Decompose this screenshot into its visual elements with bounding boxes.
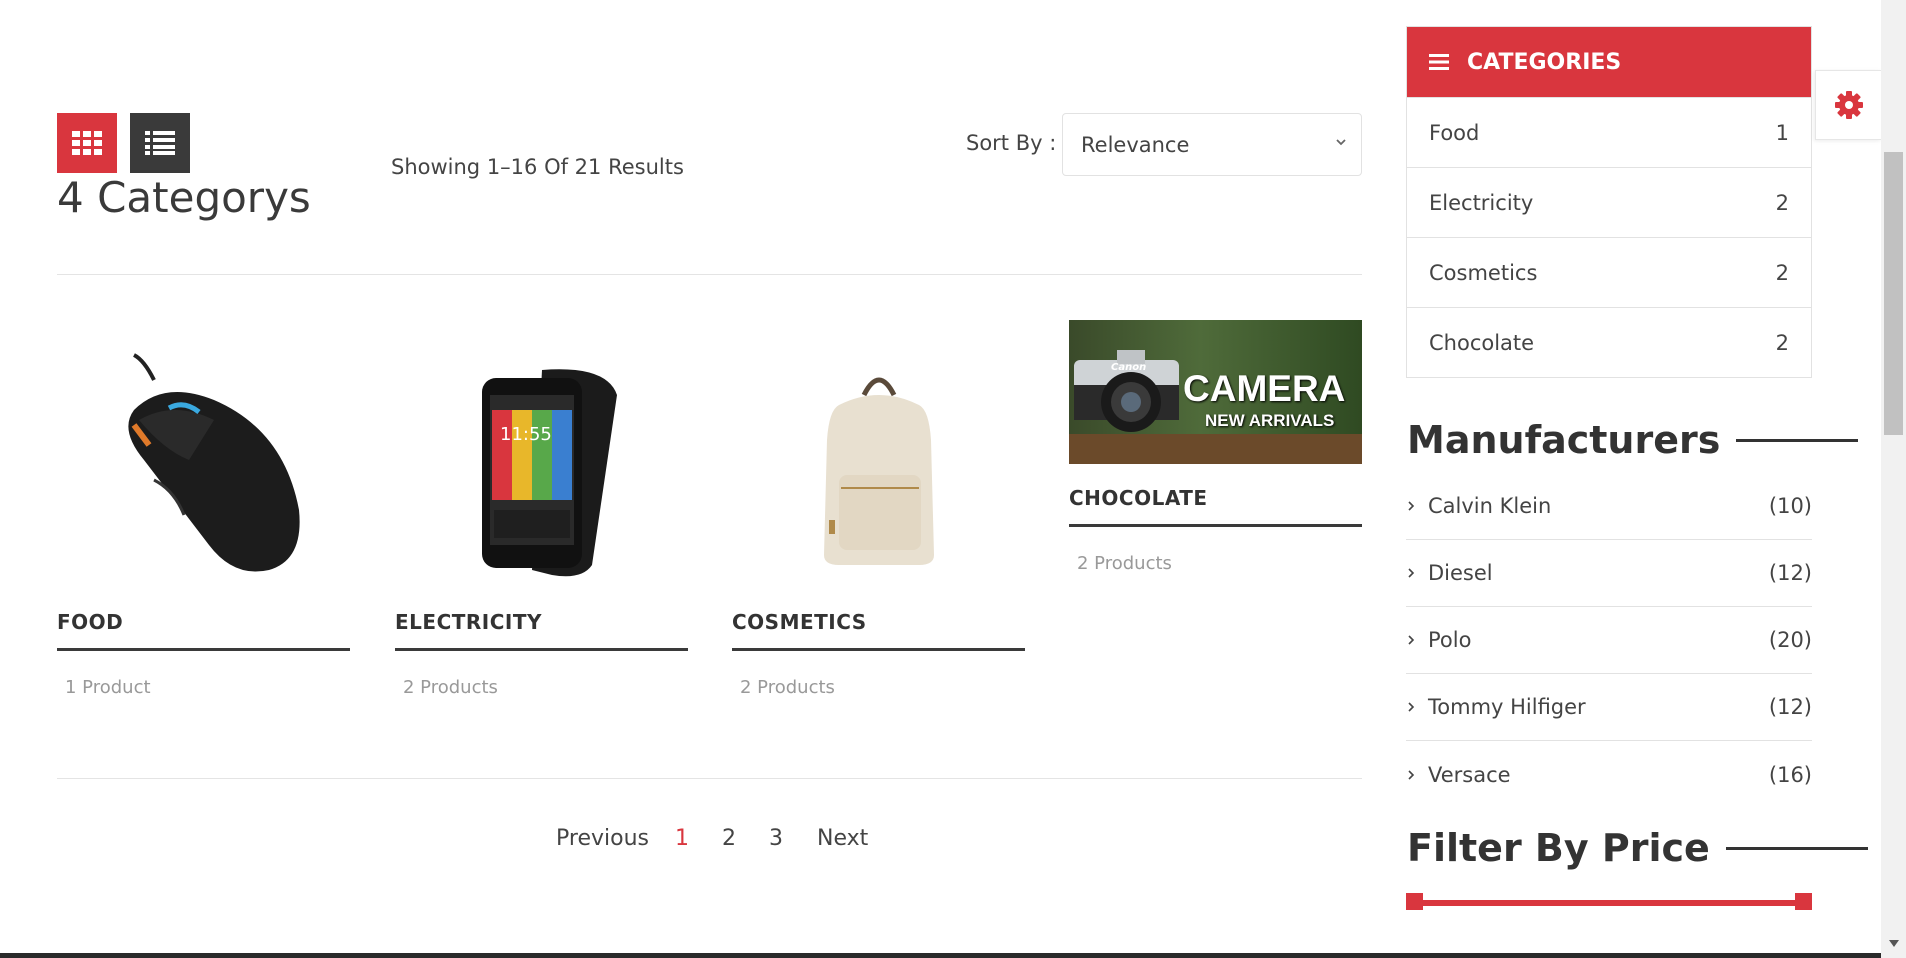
- manufacturer-item[interactable]: Polo (20): [1406, 607, 1812, 674]
- manufacturer-label: Calvin Klein: [1428, 494, 1552, 518]
- pagination-previous[interactable]: Previous: [556, 826, 649, 851]
- categories-title: CATEGORIES: [1467, 49, 1622, 75]
- divider: [57, 778, 1362, 779]
- price-filter-heading: Filter By Price: [1407, 826, 1868, 870]
- category-product-count: 1 Product: [65, 677, 151, 698]
- category-name[interactable]: FOOD: [57, 610, 350, 651]
- heading-rule: [1736, 438, 1859, 442]
- grid-icon: [72, 131, 102, 155]
- scroll-down-arrow-icon[interactable]: [1889, 940, 1899, 948]
- sidebar-category-count: 2: [1775, 190, 1789, 215]
- manufacturer-label: Tommy Hilfiger: [1428, 695, 1586, 719]
- manufacturer-label: Versace: [1428, 762, 1511, 787]
- pagination-next[interactable]: Next: [817, 826, 868, 851]
- banner-subtitle: NEW ARRIVALS: [1205, 411, 1335, 430]
- sort-selected-value: Relevance: [1081, 132, 1190, 157]
- chevron-right-icon: [1408, 702, 1415, 712]
- category-image-phone[interactable]: 11:55: [395, 320, 688, 610]
- pagination-page-3[interactable]: 3: [769, 826, 783, 851]
- category-image-backpack[interactable]: [732, 320, 1025, 610]
- manufacturer-count: (16): [1768, 762, 1812, 787]
- category-card-cosmetics[interactable]: COSMETICS 2 Products: [732, 320, 1025, 698]
- sidebar-category-count: 1: [1775, 120, 1789, 145]
- manufacturer-item[interactable]: Calvin Klein (10): [1406, 473, 1812, 540]
- manufacturer-count: (12): [1768, 695, 1812, 719]
- price-slider-track[interactable]: [1408, 900, 1811, 906]
- sidebar-category-label: Electricity: [1429, 190, 1534, 215]
- category-product-count: 2 Products: [1077, 553, 1172, 574]
- bottom-edge-bar: [0, 953, 1881, 958]
- grid-view-button[interactable]: [57, 113, 117, 173]
- page-title: 4 Categorys: [57, 173, 311, 222]
- chevron-right-icon: [1408, 501, 1415, 511]
- settings-button[interactable]: [1815, 70, 1881, 140]
- chevron-right-icon: [1408, 568, 1415, 578]
- list-view-button[interactable]: [130, 113, 190, 173]
- chevron-right-icon: [1408, 635, 1415, 645]
- sidebar-category-electricity[interactable]: Electricity 2: [1407, 167, 1811, 237]
- category-product-count: 2 Products: [403, 677, 498, 698]
- camera-icon: [1074, 350, 1179, 432]
- manufacturer-item[interactable]: Diesel (12): [1406, 540, 1812, 607]
- camera-banner-image[interactable]: Canon CAMERA NEW ARRIVALS: [1069, 320, 1362, 464]
- pagination-page-2[interactable]: 2: [722, 826, 736, 851]
- scrollbar-thumb[interactable]: [1884, 152, 1903, 435]
- chevron-down-icon: [1336, 139, 1346, 146]
- sidebar-category-label: Food: [1429, 120, 1480, 145]
- category-card-food[interactable]: FOOD 1 Product: [57, 320, 350, 698]
- gear-icon: [1834, 91, 1863, 119]
- sidebar-categories: CATEGORIES Food 1 Electricity 2 Cosmetic…: [1406, 26, 1812, 378]
- sidebar-category-label: Chocolate: [1429, 330, 1535, 355]
- category-product-count: 2 Products: [740, 677, 835, 698]
- category-card-chocolate[interactable]: Canon CAMERA NEW ARRIVALS CHOCOLATE 2 Pr…: [1069, 320, 1362, 574]
- category-card-electricity[interactable]: 11:55 ELECTRICITY 2 Products: [395, 320, 688, 698]
- banner-brand: Canon: [1111, 362, 1147, 373]
- manufacturer-label: Polo: [1428, 628, 1472, 652]
- page-scrollbar[interactable]: [1881, 0, 1906, 958]
- sidebar-category-food[interactable]: Food 1: [1407, 97, 1811, 167]
- backpack-image: [823, 377, 934, 565]
- computer-mouse-image: [127, 353, 300, 572]
- manufacturer-item[interactable]: Tommy Hilfiger (12): [1406, 674, 1812, 741]
- list-icon: [145, 131, 175, 155]
- price-slider-max-handle[interactable]: [1795, 893, 1812, 910]
- categories-header[interactable]: CATEGORIES: [1407, 27, 1811, 97]
- sort-select[interactable]: Relevance: [1062, 113, 1362, 176]
- manufacturer-count: (20): [1768, 628, 1812, 652]
- sidebar-category-chocolate[interactable]: Chocolate 2: [1407, 307, 1811, 377]
- manufacturer-label: Diesel: [1428, 561, 1493, 585]
- svg-text:11:55: 11:55: [500, 424, 552, 445]
- heading-rule: [1725, 846, 1868, 850]
- manufacturers-heading: Manufacturers: [1407, 418, 1859, 462]
- manufacturer-count: (12): [1768, 561, 1812, 585]
- category-name[interactable]: CHOCOLATE: [1069, 486, 1362, 527]
- pagination-page-1[interactable]: 1: [675, 826, 689, 851]
- sort-label: Sort By :: [966, 131, 1057, 155]
- sidebar-category-label: Cosmetics: [1429, 260, 1538, 285]
- sidebar-category-count: 2: [1775, 330, 1789, 355]
- divider: [57, 274, 1362, 275]
- manufacturer-count: (10): [1768, 494, 1812, 518]
- price-slider-min-handle[interactable]: [1406, 893, 1423, 910]
- category-name[interactable]: COSMETICS: [732, 610, 1025, 651]
- chevron-right-icon: [1408, 769, 1415, 780]
- manufacturers-title: Manufacturers: [1407, 418, 1721, 462]
- manufacturer-item[interactable]: Versace (16): [1406, 741, 1812, 808]
- category-name[interactable]: ELECTRICITY: [395, 610, 688, 651]
- banner-title: CAMERA: [1183, 368, 1346, 409]
- hamburger-icon: [1429, 54, 1449, 70]
- sidebar-category-count: 2: [1775, 260, 1789, 285]
- category-image-mouse[interactable]: [57, 320, 350, 610]
- sidebar-category-cosmetics[interactable]: Cosmetics 2: [1407, 237, 1811, 307]
- manufacturers-list: Calvin Klein (10) Diesel (12) Polo (20) …: [1406, 473, 1812, 808]
- price-filter-title: Filter By Price: [1407, 826, 1710, 870]
- smartphone-image: 11:55: [481, 369, 617, 577]
- results-count: Showing 1–16 Of 21 Results: [391, 155, 684, 179]
